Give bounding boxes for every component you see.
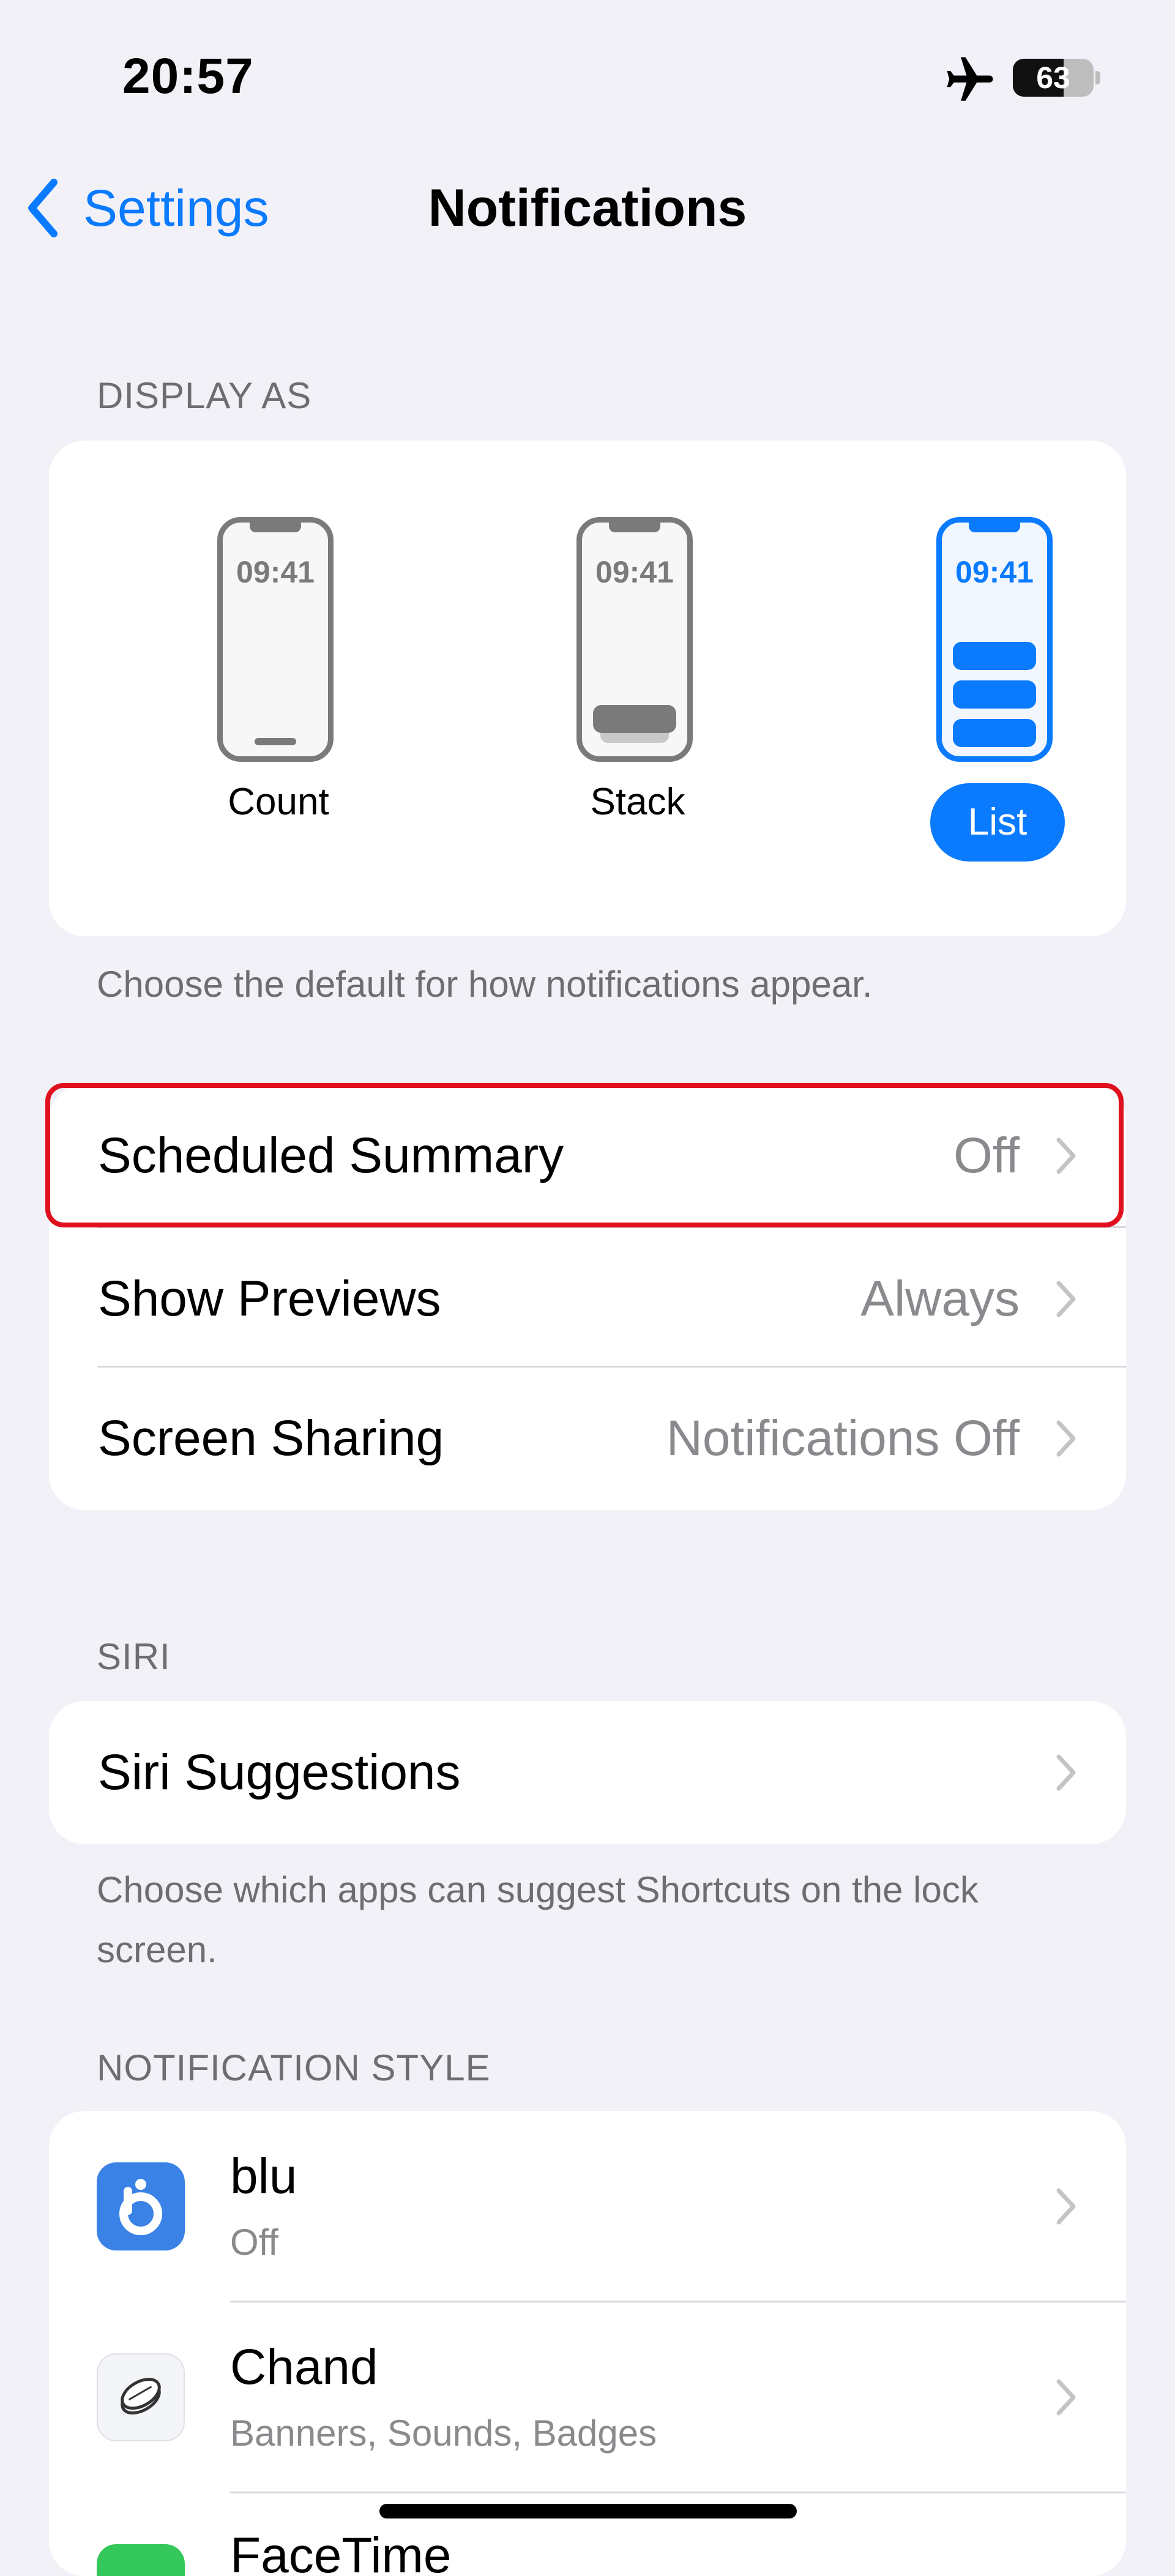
chevron-right-icon xyxy=(1056,2188,1076,2225)
display-option-list[interactable]: 09:41 List xyxy=(875,441,1120,862)
section-header-notification-style: NOTIFICATION STYLE xyxy=(97,2047,491,2088)
status-bar: 20:57 63 xyxy=(0,0,1175,153)
status-time: 20:57 xyxy=(122,48,254,104)
row-siri-suggestions[interactable]: Siri Suggestions xyxy=(49,1701,1126,1844)
display-as-footer: Choose the default for how notifications… xyxy=(97,964,873,1005)
display-as-card: 09:41 Count 09:41 Stack 09:41 List xyxy=(49,441,1126,936)
notification-settings-card: Scheduled Summary Off Show Previews Alwa… xyxy=(49,1084,1126,1510)
chevron-right-icon xyxy=(1056,2379,1076,2416)
row-screen-sharing[interactable]: Screen Sharing Notifications Off xyxy=(49,1367,1126,1510)
stack-phone-icon: 09:41 xyxy=(576,517,693,762)
battery-cap xyxy=(1095,71,1100,84)
chevron-right-icon xyxy=(1056,1281,1076,1317)
battery-icon: 63 xyxy=(1013,59,1094,97)
chevron-right-icon xyxy=(1056,1754,1076,1791)
facetime-app-icon xyxy=(97,2544,185,2576)
display-option-count[interactable]: 09:41 Count xyxy=(156,441,401,832)
chevron-right-icon xyxy=(1056,1137,1076,1174)
display-option-stack[interactable]: 09:41 Stack xyxy=(515,441,760,832)
count-phone-icon: 09:41 xyxy=(217,517,334,762)
row-show-previews[interactable]: Show Previews Always xyxy=(49,1227,1126,1371)
page-title: Notifications xyxy=(428,179,747,237)
section-header-display-as: DISPLAY AS xyxy=(97,375,312,416)
app-row-blu[interactable]: blu Off xyxy=(49,2111,1126,2302)
display-option-list-label: List xyxy=(930,783,1065,862)
app-row-chand[interactable]: Chand Banners, Sounds, Badges xyxy=(49,2302,1126,2493)
chevron-right-icon xyxy=(1056,1420,1076,1457)
list-phone-icon: 09:41 xyxy=(936,517,1053,762)
battery-percentage: 63 xyxy=(1036,61,1070,95)
row-scheduled-summary[interactable]: Scheduled Summary Off xyxy=(49,1084,1126,1227)
blu-app-icon xyxy=(97,2162,185,2250)
section-header-siri: SIRI xyxy=(97,1636,171,1677)
coin-app-icon xyxy=(97,2353,185,2441)
display-option-stack-label: Stack xyxy=(590,781,685,823)
siri-card: Siri Suggestions xyxy=(49,1701,1126,1844)
home-indicator xyxy=(379,2504,797,2518)
display-option-count-label: Count xyxy=(228,781,329,823)
airplane-mode-icon xyxy=(947,57,993,101)
siri-footer: Choose which apps can suggest Shortcuts … xyxy=(97,1869,979,1970)
